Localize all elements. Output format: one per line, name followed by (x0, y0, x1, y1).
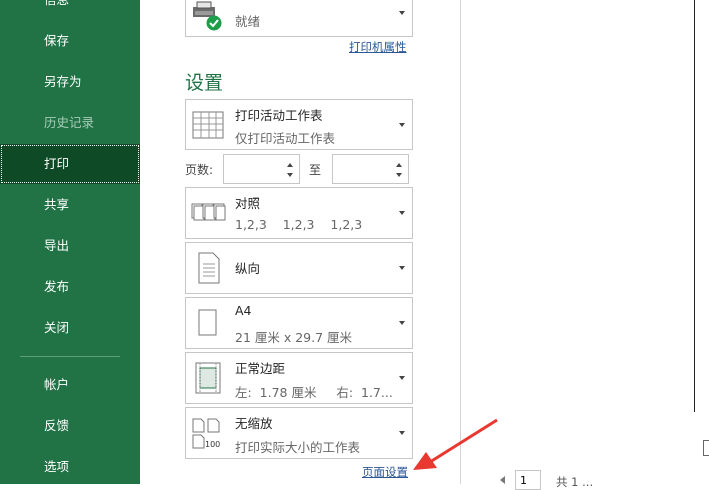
margins-subtitle: 左: 1.78 厘米 右: 1.7... (235, 385, 393, 400)
pages-to-stepper[interactable] (332, 154, 409, 184)
orientation-dropdown[interactable]: 纵向 (185, 242, 413, 294)
paper-size-title: A4 (235, 303, 252, 318)
pages-to-input[interactable] (335, 157, 397, 183)
scaling-subtitle: 打印实际大小的工作表 (235, 440, 361, 455)
collate-title: 对照 (235, 196, 261, 211)
sidebar-item-close[interactable]: 关闭 (0, 308, 140, 348)
margins-icon (195, 362, 221, 394)
chevron-down-icon (399, 211, 405, 215)
print-preview-area (461, 0, 709, 484)
sidebar-item-account[interactable]: 帐户 (0, 365, 140, 405)
orientation-title: 纵向 (235, 261, 261, 276)
printer-status: 就绪 (235, 14, 261, 29)
pages-from-input[interactable] (226, 157, 288, 183)
pages-label: 页数: (185, 163, 214, 177)
sidebar-item-publish[interactable]: 发布 (0, 267, 140, 307)
worksheet-icon (192, 111, 224, 138)
zoom-to-page-icon[interactable] (703, 440, 709, 456)
collate-subtitle: 1,2,3 1,2,3 1,2,3 (235, 217, 363, 232)
backstage-sidebar: 信息 保存 另存为 历史记录 打印 共享 导出 发布 关闭 帐户 反馈 选项 (0, 0, 140, 484)
sidebar-item-save[interactable]: 保存 (0, 21, 140, 61)
sidebar-divider (20, 356, 120, 357)
printer-properties-link[interactable]: 打印机属性 (349, 39, 407, 55)
chevron-down-icon (399, 122, 405, 127)
stepper-down-icon[interactable] (396, 173, 402, 177)
svg-text:100: 100 (205, 440, 220, 449)
margins-title: 正常边距 (235, 361, 286, 376)
sidebar-item-feedback[interactable]: 反馈 (0, 406, 140, 446)
chevron-down-icon (399, 321, 405, 325)
page-number-input[interactable] (515, 470, 541, 490)
sidebar-item-save-as[interactable]: 另存为 (0, 62, 140, 102)
page-setup-link[interactable]: 页面设置 (362, 464, 408, 480)
stepper-down-icon[interactable] (287, 173, 293, 177)
sidebar-item-info[interactable]: 信息 (0, 0, 140, 20)
pages-to-label: 至 (309, 163, 322, 177)
no-scaling-icon: 100 (192, 418, 220, 449)
sidebar-item-options[interactable]: 选项 (0, 447, 140, 487)
printer-ready-icon (193, 1, 222, 31)
scaling-title: 无缩放 (235, 416, 273, 431)
chevron-down-icon (399, 11, 405, 15)
chevron-down-icon (399, 376, 405, 380)
previous-page-icon[interactable] (500, 476, 505, 484)
collate-icon (191, 203, 226, 221)
sidebar-item-print[interactable]: 打印 (0, 144, 140, 184)
stepper-up-icon[interactable] (396, 163, 402, 167)
printer-dropdown[interactable]: 就绪 (185, 0, 413, 37)
paper-size-dropdown[interactable]: A4 21 厘米 x 29.7 厘米 (185, 297, 413, 349)
collate-dropdown[interactable]: 对照 1,2,3 1,2,3 1,2,3 (185, 187, 413, 239)
paper-icon (198, 309, 217, 336)
settings-heading: 设置 (185, 72, 224, 94)
sidebar-item-history[interactable]: 历史记录 (0, 103, 140, 143)
scaling-dropdown[interactable]: 100 无缩放 打印实际大小的工作表 (185, 407, 413, 459)
margins-dropdown[interactable]: 正常边距 左: 1.78 厘米 右: 1.7... (185, 352, 413, 404)
print-scope-dropdown[interactable]: 打印活动工作表 仅打印活动工作表 (185, 99, 413, 150)
preview-page-edge (694, 0, 695, 412)
paper-size-subtitle: 21 厘米 x 29.7 厘米 (235, 330, 353, 345)
sidebar-item-export[interactable]: 导出 (0, 226, 140, 266)
pages-from-stepper[interactable] (223, 154, 300, 184)
stepper-up-icon[interactable] (287, 163, 293, 167)
page-total-text: 共 1 ... (556, 475, 594, 489)
chevron-down-icon (399, 266, 405, 270)
print-scope-title: 打印活动工作表 (235, 108, 323, 123)
sidebar-item-share[interactable]: 共享 (0, 185, 140, 225)
print-settings-panel: 就绪 打印机属性 设置 打印活动工作表 仅打印活动工作表 页数: 至 对照 1,… (140, 0, 461, 484)
print-scope-subtitle: 仅打印活动工作表 (235, 131, 336, 146)
chevron-down-icon (399, 431, 405, 435)
portrait-icon (198, 252, 220, 284)
